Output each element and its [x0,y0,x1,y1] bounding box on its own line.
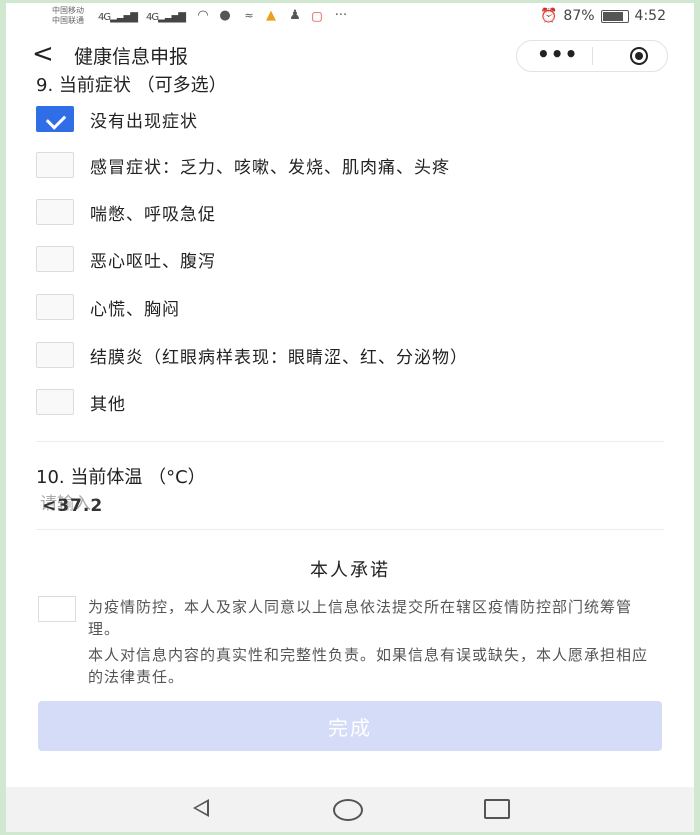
symptom-option-chest[interactable]: 心慌、胸闷 [36,292,180,322]
symptom-option-breath[interactable]: 喘憋、呼吸急促 [36,197,216,227]
checkbox-checked[interactable] [36,106,74,132]
battery-percent: 87% [563,8,595,24]
status-bar: 中国移动 中国联通 4G▂▃▅▇ 4G▂▃▅▇ ◠ ● ≈ ▲ ♟ ▢ ··· … [6,3,694,33]
more-dots-icon: ··· [334,8,348,23]
notification-icon: ▢ [311,9,323,23]
capsule-divider [592,47,593,65]
phone-screen: 中国移动 中国联通 4G▂▃▅▇ 4G▂▃▅▇ ◠ ● ≈ ▲ ♟ ▢ ··· … [6,3,694,832]
nav-home-icon[interactable] [333,799,363,821]
option-label: 没有出现症状 [90,111,198,132]
pledge-title: 本人承诺 [310,560,390,581]
done-button[interactable]: 完成 [38,701,662,751]
pledge-text-2: 本人对信息内容的真实性和完整性负责。如果信息有误或缺失，本人愿承担相应的法律责任… [88,646,649,686]
status-right: ⏰ 87% 4:52 [540,8,666,24]
chat-icon: ● [219,8,231,23]
nav-header: < 健康信息申报 ••• [6,33,694,75]
symptom-option-nausea[interactable]: 恶心呕吐、腹泻 [36,244,216,274]
signal-2-label: 4G [146,12,159,23]
carrier-1: 中国移动 [52,6,84,15]
option-label: 其他 [90,394,126,415]
temperature-input-value[interactable]: <37.2 [42,496,103,516]
more-menu-icon[interactable]: ••• [537,42,578,66]
clock: 4:52 [634,8,666,24]
symptom-option-cold[interactable]: 感冒症状：乏力、咳嗽、发烧、肌肉痛、头疼 [36,150,450,180]
divider [36,441,664,442]
alarm-icon: ⏰ [539,8,558,24]
app-icon: ▲ [266,8,276,23]
wifi-icon: ◠ [197,8,209,23]
pledge-checkbox[interactable] [38,596,76,622]
option-label: 恶心呕吐、腹泻 [90,251,216,272]
back-button[interactable]: < [32,39,54,69]
option-label: 感冒症状：乏力、咳嗽、发烧、肌肉痛、头疼 [90,157,450,178]
divider [36,529,664,530]
option-label: 喘憋、呼吸急促 [90,204,216,225]
question-9-title: 9. 当前症状 （可多选） [36,75,227,96]
close-target-icon[interactable] [630,47,648,65]
checkbox[interactable] [36,199,74,225]
symptom-option-conjunctivitis[interactable]: 结膜炎（红眼病样表现：眼睛涩、红、分泌物） [36,340,468,370]
checkbox[interactable] [36,342,74,368]
symptom-option-none[interactable]: 没有出现症状 [36,104,198,134]
signal-2-icon: 4G▂▃▅▇ [146,12,186,23]
system-nav-bar [6,787,694,832]
carrier-2: 中国联通 [52,16,84,25]
carrier-labels: 中国移动 中国联通 [52,6,84,26]
option-label: 心慌、胸闷 [90,299,180,320]
signal-1-label: 4G [98,12,111,23]
symptom-option-other[interactable]: 其他 [36,387,126,417]
nav-back-icon[interactable] [193,799,209,817]
mini-program-capsule: ••• [516,40,668,72]
signal-1-icon: 4G▂▃▅▇ [98,12,138,23]
checkbox[interactable] [36,246,74,272]
nfc-icon: ≈ [244,9,254,22]
penguin-icon: ♟ [289,8,301,23]
pledge-text-1: 为疫情防控，本人及家人同意以上信息依法提交所在辖区疫情防控部门统筹管理。 [88,598,633,638]
question-10-title: 10. 当前体温 （°C） [36,467,206,488]
nav-recents-icon[interactable] [484,799,510,819]
checkbox[interactable] [36,389,74,415]
checkbox[interactable] [36,152,74,178]
page-title: 健康信息申报 [74,46,189,68]
battery-icon [600,9,629,23]
option-label: 结膜炎（红眼病样表现：眼睛涩、红、分泌物） [90,347,468,368]
checkbox[interactable] [36,294,74,320]
